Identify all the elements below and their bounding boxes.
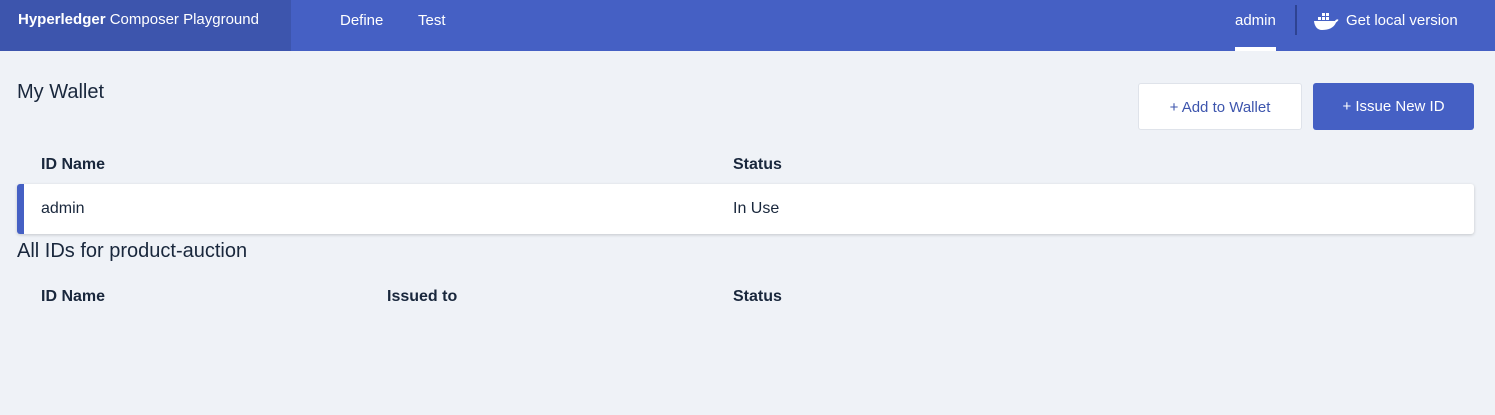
selected-row-accent [17,184,24,234]
add-to-wallet-button[interactable]: + Add to Wallet [1138,83,1302,130]
docker-whale-icon [1314,13,1339,30]
wallet-column-id-name: ID Name [41,156,106,173]
app-brand[interactable]: Hyperledger Composer Playground [0,0,291,51]
nav-divider [1295,5,1297,35]
id-status-cell: In Use [733,200,780,217]
brand-name-rest: Composer Playground [105,11,259,28]
id-name-cell: admin [41,200,85,217]
all-ids-title: All IDs for product-auction [17,240,248,262]
issue-new-id-button[interactable]: + Issue New ID [1313,83,1474,130]
get-local-version-label: Get local version [1346,12,1458,29]
my-wallet-title: My Wallet [17,81,105,103]
user-menu[interactable]: admin [1235,0,1276,51]
nav-test[interactable]: Test [418,0,446,51]
top-navigation-bar: Hyperledger Composer Playground Define T… [0,0,1495,51]
wallet-column-status: Status [733,156,782,173]
active-indicator [1235,47,1276,51]
wallet-id-row[interactable]: admin In Use [17,184,1474,234]
all-ids-column-issued-to: Issued to [387,288,458,305]
brand-name-bold: Hyperledger [18,11,106,28]
all-ids-column-id-name: ID Name [41,288,106,305]
user-name: admin [1235,12,1276,29]
nav-define[interactable]: Define [340,0,383,51]
all-ids-column-status: Status [733,288,782,305]
